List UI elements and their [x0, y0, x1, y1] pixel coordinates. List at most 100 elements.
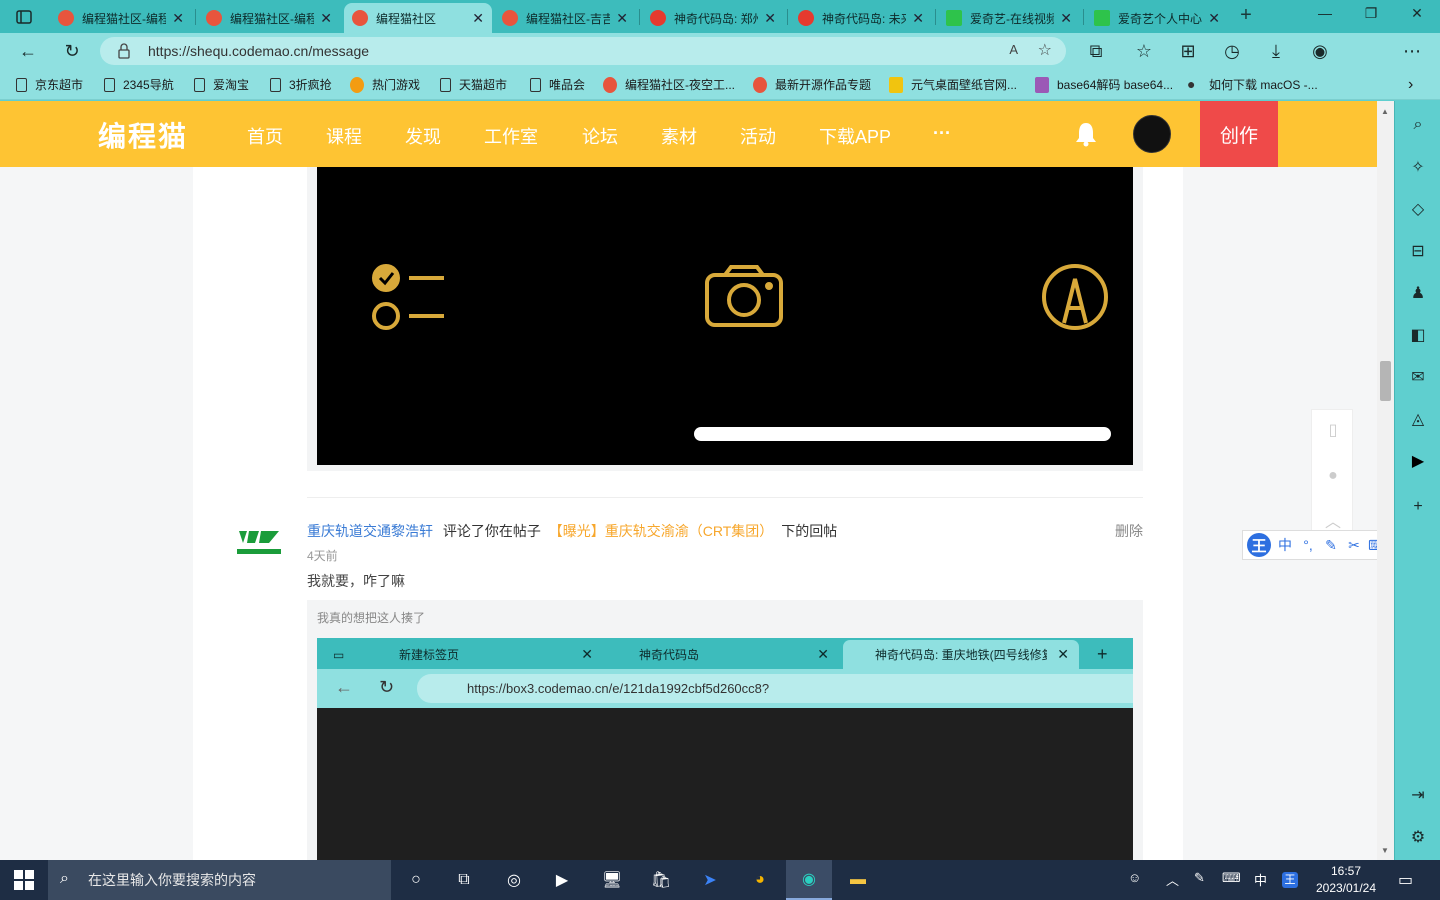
browser-tab[interactable]: 编程猫社区-编程 ✕ — [50, 3, 192, 33]
read-aloud-icon[interactable]: A — [1009, 42, 1018, 57]
create-button[interactable]: 创作 — [1200, 101, 1278, 167]
browser-tab[interactable]: 编程猫社区-编程 ✕ — [198, 3, 340, 33]
close-tab-icon[interactable]: ✕ — [172, 10, 184, 27]
bookmark-item[interactable]: 编程猫社区-夜空工... — [603, 76, 735, 93]
sidebar-settings-icon[interactable]: ⚙ — [1407, 826, 1429, 848]
show-hidden-icons-chevron-icon[interactable]: ︿ — [1166, 870, 1179, 889]
people-icon[interactable]: ☺ — [1128, 870, 1141, 885]
app-icon[interactable]: ◎ — [500, 866, 528, 894]
scrollbar-thumb[interactable] — [1380, 361, 1391, 401]
refresh-button[interactable]: ↻ — [58, 38, 86, 64]
nav-forum[interactable]: 论坛 — [582, 123, 618, 149]
bookmark-item[interactable]: 最新开源作品专题 — [753, 76, 871, 93]
media-player-icon[interactable]: ▶ — [548, 866, 576, 894]
browser-tab[interactable]: 爱奇艺-在线视频 ✕ — [938, 3, 1080, 33]
bookmark-item[interactable]: 元气桌面壁纸官网... — [889, 76, 1017, 93]
search-icon[interactable]: ⌕ — [1407, 114, 1429, 136]
nav-home[interactable]: 首页 — [247, 123, 283, 149]
drop-icon[interactable]: ◬ — [1407, 408, 1429, 430]
delete-button[interactable]: 删除 — [1115, 521, 1143, 541]
task-view-icon[interactable]: ⧉ — [450, 866, 478, 894]
quoted-reply-image[interactable]: ▭ 新建标签页 ✕ 神奇代码岛 ✕ 神奇代码岛: 重庆地铁(四号线修复 ✕ + ← ↻ — [317, 638, 1133, 860]
close-tab-icon[interactable]: ✕ — [616, 10, 628, 27]
edge-icon[interactable]: ◉ — [1306, 38, 1334, 64]
bookmark-item[interactable]: 2345导航 — [104, 76, 174, 93]
lock-icon[interactable] — [118, 43, 130, 62]
ime-tray-logo[interactable]: 王 — [1282, 872, 1298, 888]
shopping-tag-icon[interactable]: ◇ — [1407, 198, 1429, 220]
url-text[interactable]: https://shequ.codemao.cn/message — [148, 43, 369, 59]
close-tab-icon[interactable]: ✕ — [912, 10, 924, 27]
close-tab-icon[interactable]: ✕ — [764, 10, 776, 27]
commenter-name[interactable]: 重庆轨道交通黎浩轩 — [307, 523, 433, 539]
ime-language-indicator[interactable]: 中 — [1254, 870, 1267, 889]
punctuation-icon[interactable]: °, — [1299, 537, 1317, 553]
notification-center-icon[interactable]: ▭ — [1398, 870, 1413, 890]
tools-icon[interactable]: ⊟ — [1407, 240, 1429, 262]
minimize-button[interactable]: — — [1302, 5, 1348, 27]
ime-mode[interactable]: 中 — [1276, 535, 1294, 555]
ime-logo[interactable]: 王 — [1247, 533, 1271, 557]
nav-studio[interactable]: 工作室 — [484, 123, 538, 149]
close-tab-icon[interactable]: ✕ — [1208, 10, 1220, 27]
favorites-icon[interactable]: ☆ — [1130, 38, 1158, 64]
mobile-icon[interactable]: ▯ — [1323, 420, 1343, 440]
nav-events[interactable]: 活动 — [740, 123, 776, 149]
extensions-icon[interactable]: ⧉ — [1082, 38, 1110, 64]
page-scrollbar[interactable]: ▲ ▼ — [1377, 101, 1394, 860]
post-title-link[interactable]: 【曝光】重庆轨交渝渝（CRT集团） — [549, 523, 774, 539]
edge-taskbar-icon[interactable]: ◉ — [786, 860, 832, 900]
tab-actions-icon[interactable] — [10, 7, 38, 27]
restore-button[interactable]: ❐ — [1348, 5, 1394, 27]
nav-courses[interactable]: 课程 — [326, 123, 362, 149]
close-tab-icon[interactable]: ✕ — [1060, 10, 1072, 27]
bookmark-item[interactable]: 热门游戏 — [350, 76, 420, 93]
new-tab-button[interactable]: + — [1234, 4, 1258, 28]
discover-icon[interactable]: ✧ — [1407, 156, 1429, 178]
history-icon[interactable]: ◷ — [1218, 38, 1246, 64]
bell-icon[interactable] — [1074, 121, 1098, 147]
games-icon[interactable]: ♟ — [1407, 282, 1429, 304]
cortana-icon[interactable]: ○ — [402, 866, 430, 894]
browser-tab[interactable]: 神奇代码岛: 未来 ✕ — [790, 3, 932, 33]
quoted-screenshot-image[interactable] — [317, 167, 1133, 465]
scroll-up-icon[interactable]: ▲ — [1381, 107, 1389, 116]
nav-download-app[interactable]: 下载APP — [819, 123, 891, 149]
file-explorer-icon[interactable]: ▬ — [844, 866, 872, 894]
close-window-button[interactable]: ✕ — [1394, 5, 1440, 27]
taskbar-search-box[interactable]: ⌕ 在这里输入你要搜索的内容 — [48, 860, 391, 900]
site-logo[interactable]: 编程猫 — [98, 115, 188, 155]
pen-icon[interactable]: ✎ — [1322, 537, 1340, 554]
favorite-star-icon[interactable]: ☆ — [1038, 40, 1052, 60]
outlook-icon[interactable]: ✉ — [1407, 366, 1429, 388]
store-icon[interactable]: 🛍 — [647, 866, 675, 894]
bookmark-item[interactable]: 爱淘宝 — [194, 76, 249, 93]
collections-icon[interactable]: ⊞ — [1174, 38, 1202, 64]
browser-tab[interactable]: 神奇代码岛: 郑州 ✕ — [642, 3, 784, 33]
close-tab-icon[interactable]: ✕ — [320, 10, 332, 27]
scissors-icon[interactable]: ✂ — [1345, 537, 1363, 554]
notification-bell-icon[interactable]: ● — [1323, 466, 1343, 486]
youtube-icon[interactable]: ▶ — [1407, 450, 1429, 472]
add-sidebar-icon[interactable]: + — [1407, 496, 1429, 518]
browser-tab[interactable]: 爱奇艺个人中心 ✕ — [1086, 3, 1228, 33]
downloads-icon[interactable]: ⤓ — [1262, 38, 1290, 64]
address-bar[interactable]: https://shequ.codemao.cn/message A ☆ — [100, 37, 1066, 65]
browser-tab-active[interactable]: 编程猫社区 ✕ — [344, 3, 492, 33]
windows-start-icon[interactable] — [14, 870, 34, 890]
close-tab-icon[interactable]: ✕ — [472, 10, 484, 27]
back-to-top-icon[interactable]: ︿ — [1323, 510, 1343, 531]
feishu-icon[interactable]: ➤ — [696, 866, 724, 894]
user-avatar[interactable] — [1133, 115, 1171, 153]
bookmark-item[interactable]: base64解码 base64... — [1035, 76, 1173, 93]
pen-tray-icon[interactable]: ✎ — [1194, 870, 1205, 886]
bookmarks-overflow-chevron-icon[interactable]: › — [1408, 76, 1413, 94]
office-icon[interactable]: ◧ — [1407, 324, 1429, 346]
keyboard-tray-icon[interactable]: ⌨ — [1222, 870, 1241, 886]
bookmark-item[interactable]: 天猫超市 — [440, 76, 507, 93]
bookmark-item[interactable]: 3折疯抢 — [270, 76, 332, 93]
bookmark-item[interactable]: 唯品会 — [530, 76, 585, 93]
browser-tab[interactable]: 编程猫社区-吉吉 ✕ — [494, 3, 636, 33]
nav-discover[interactable]: 发现 — [405, 123, 441, 149]
remote-desktop-icon[interactable]: 🖥 — [598, 866, 626, 894]
